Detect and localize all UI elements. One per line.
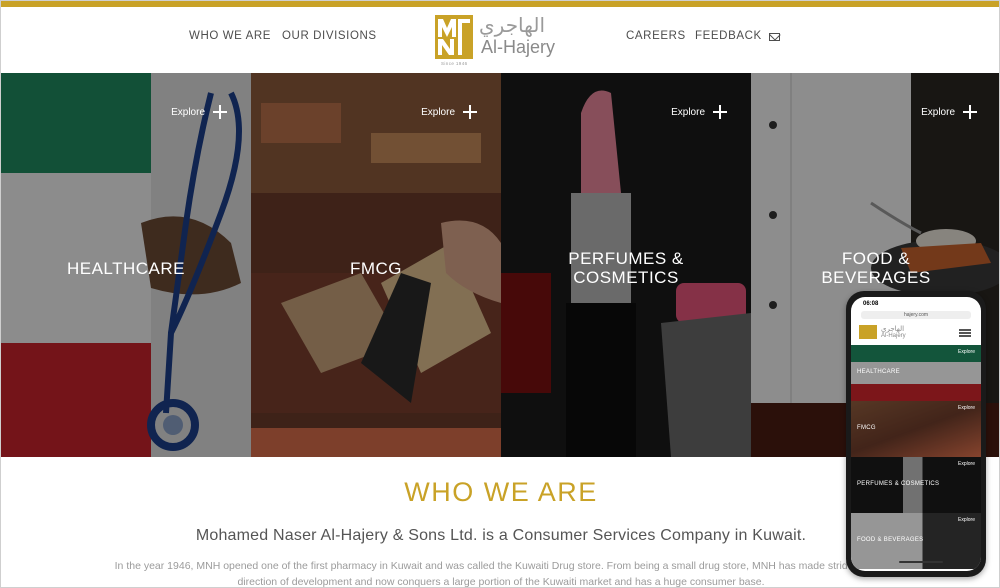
plus-icon: [463, 105, 477, 119]
division-panel-perfumes-cosmetics[interactable]: Explore PERFUMES & COSMETICS: [501, 73, 751, 457]
explore-link[interactable]: Explore: [171, 105, 227, 119]
logo-arabic-text: الهاجري: [479, 13, 546, 37]
division-panel-healthcare[interactable]: Explore HEALTHCARE: [1, 73, 251, 457]
explore-label: Explore: [671, 106, 705, 118]
plus-icon: [713, 105, 727, 119]
explore-link[interactable]: Explore: [421, 105, 477, 119]
division-title-line: HEALTHCARE: [66, 259, 186, 278]
mobile-logo-arabic: الهاجري: [881, 325, 905, 333]
hamburger-menu-icon[interactable]: [959, 329, 971, 331]
mobile-preview: 06:08 hajery.com الهاجري Al-Hajery Explo…: [846, 291, 986, 577]
mobile-tile-label: FMCG: [857, 425, 876, 431]
mobile-tile-healthcare[interactable]: Explore HEALTHCARE: [851, 345, 981, 401]
logo-since-text: Since 1946: [441, 61, 468, 66]
nav-careers[interactable]: CAREERS: [626, 30, 686, 42]
home-indicator: [899, 561, 943, 563]
mail-icon[interactable]: [769, 33, 780, 41]
explore-label: Explore: [421, 106, 455, 118]
mnh-monogram-icon: [435, 15, 473, 59]
mobile-tile-label: PERFUMES & COSMETICS: [857, 481, 940, 487]
division-title-line: FOOD &: [841, 249, 911, 268]
division-title: HEALTHCARE: [1, 259, 251, 278]
division-title: PERFUMES & COSMETICS: [501, 249, 751, 287]
plus-icon: [213, 105, 227, 119]
explore-link[interactable]: Explore: [921, 105, 977, 119]
mobile-explore-label: Explore: [958, 517, 975, 523]
explore-label: Explore: [921, 106, 955, 118]
mobile-url-bar: hajery.com: [861, 311, 971, 319]
brand-logo[interactable]: الهاجري Al-Hajery Since 1946: [435, 13, 565, 66]
mobile-screen: 06:08 hajery.com الهاجري Al-Hajery Explo…: [851, 297, 981, 571]
mobile-explore-label: Explore: [958, 461, 975, 467]
page-frame: WHO WE ARE OUR DIVISIONS الهاجري Al-Haje…: [0, 0, 1000, 588]
division-title-line: PERFUMES &: [568, 249, 684, 268]
mobile-tile-perfumes[interactable]: Explore PERFUMES & COSMETICS: [851, 457, 981, 513]
mobile-tile-label: HEALTHCARE: [857, 369, 900, 375]
explore-label: Explore: [171, 106, 205, 118]
nav-who-we-are[interactable]: WHO WE ARE: [189, 30, 271, 42]
plus-icon: [963, 105, 977, 119]
mobile-explore-label: Explore: [958, 405, 975, 411]
division-title: FMCG: [251, 259, 501, 278]
mobile-explore-label: Explore: [958, 349, 975, 355]
division-panel-fmcg[interactable]: Explore FMCG: [251, 73, 501, 457]
header-nav: WHO WE ARE OUR DIVISIONS الهاجري Al-Haje…: [1, 7, 999, 73]
mobile-division-list: Explore HEALTHCARE Explore FMCG Explore …: [851, 345, 981, 571]
mobile-status-time: 06:08: [863, 301, 879, 307]
nav-our-divisions[interactable]: OUR DIVISIONS: [282, 30, 377, 42]
division-title-line: COSMETICS: [573, 268, 679, 287]
division-title: FOOD & BEVERAGES: [751, 249, 999, 287]
logo-english-text: Al-Hajery: [481, 37, 556, 57]
mobile-logo-icon: [859, 325, 877, 339]
explore-link[interactable]: Explore: [671, 105, 727, 119]
division-title-line: FMCG: [349, 259, 403, 278]
mobile-tile-fmcg[interactable]: Explore FMCG: [851, 401, 981, 457]
section-body: In the year 1946, MNH opened one of the …: [114, 560, 888, 588]
mobile-tile-label: FOOD & BEVERAGES: [857, 537, 924, 543]
division-title-line: BEVERAGES: [821, 268, 931, 287]
mobile-logo-english: Al-Hajery: [881, 333, 906, 339]
nav-feedback[interactable]: FEEDBACK: [695, 30, 762, 42]
